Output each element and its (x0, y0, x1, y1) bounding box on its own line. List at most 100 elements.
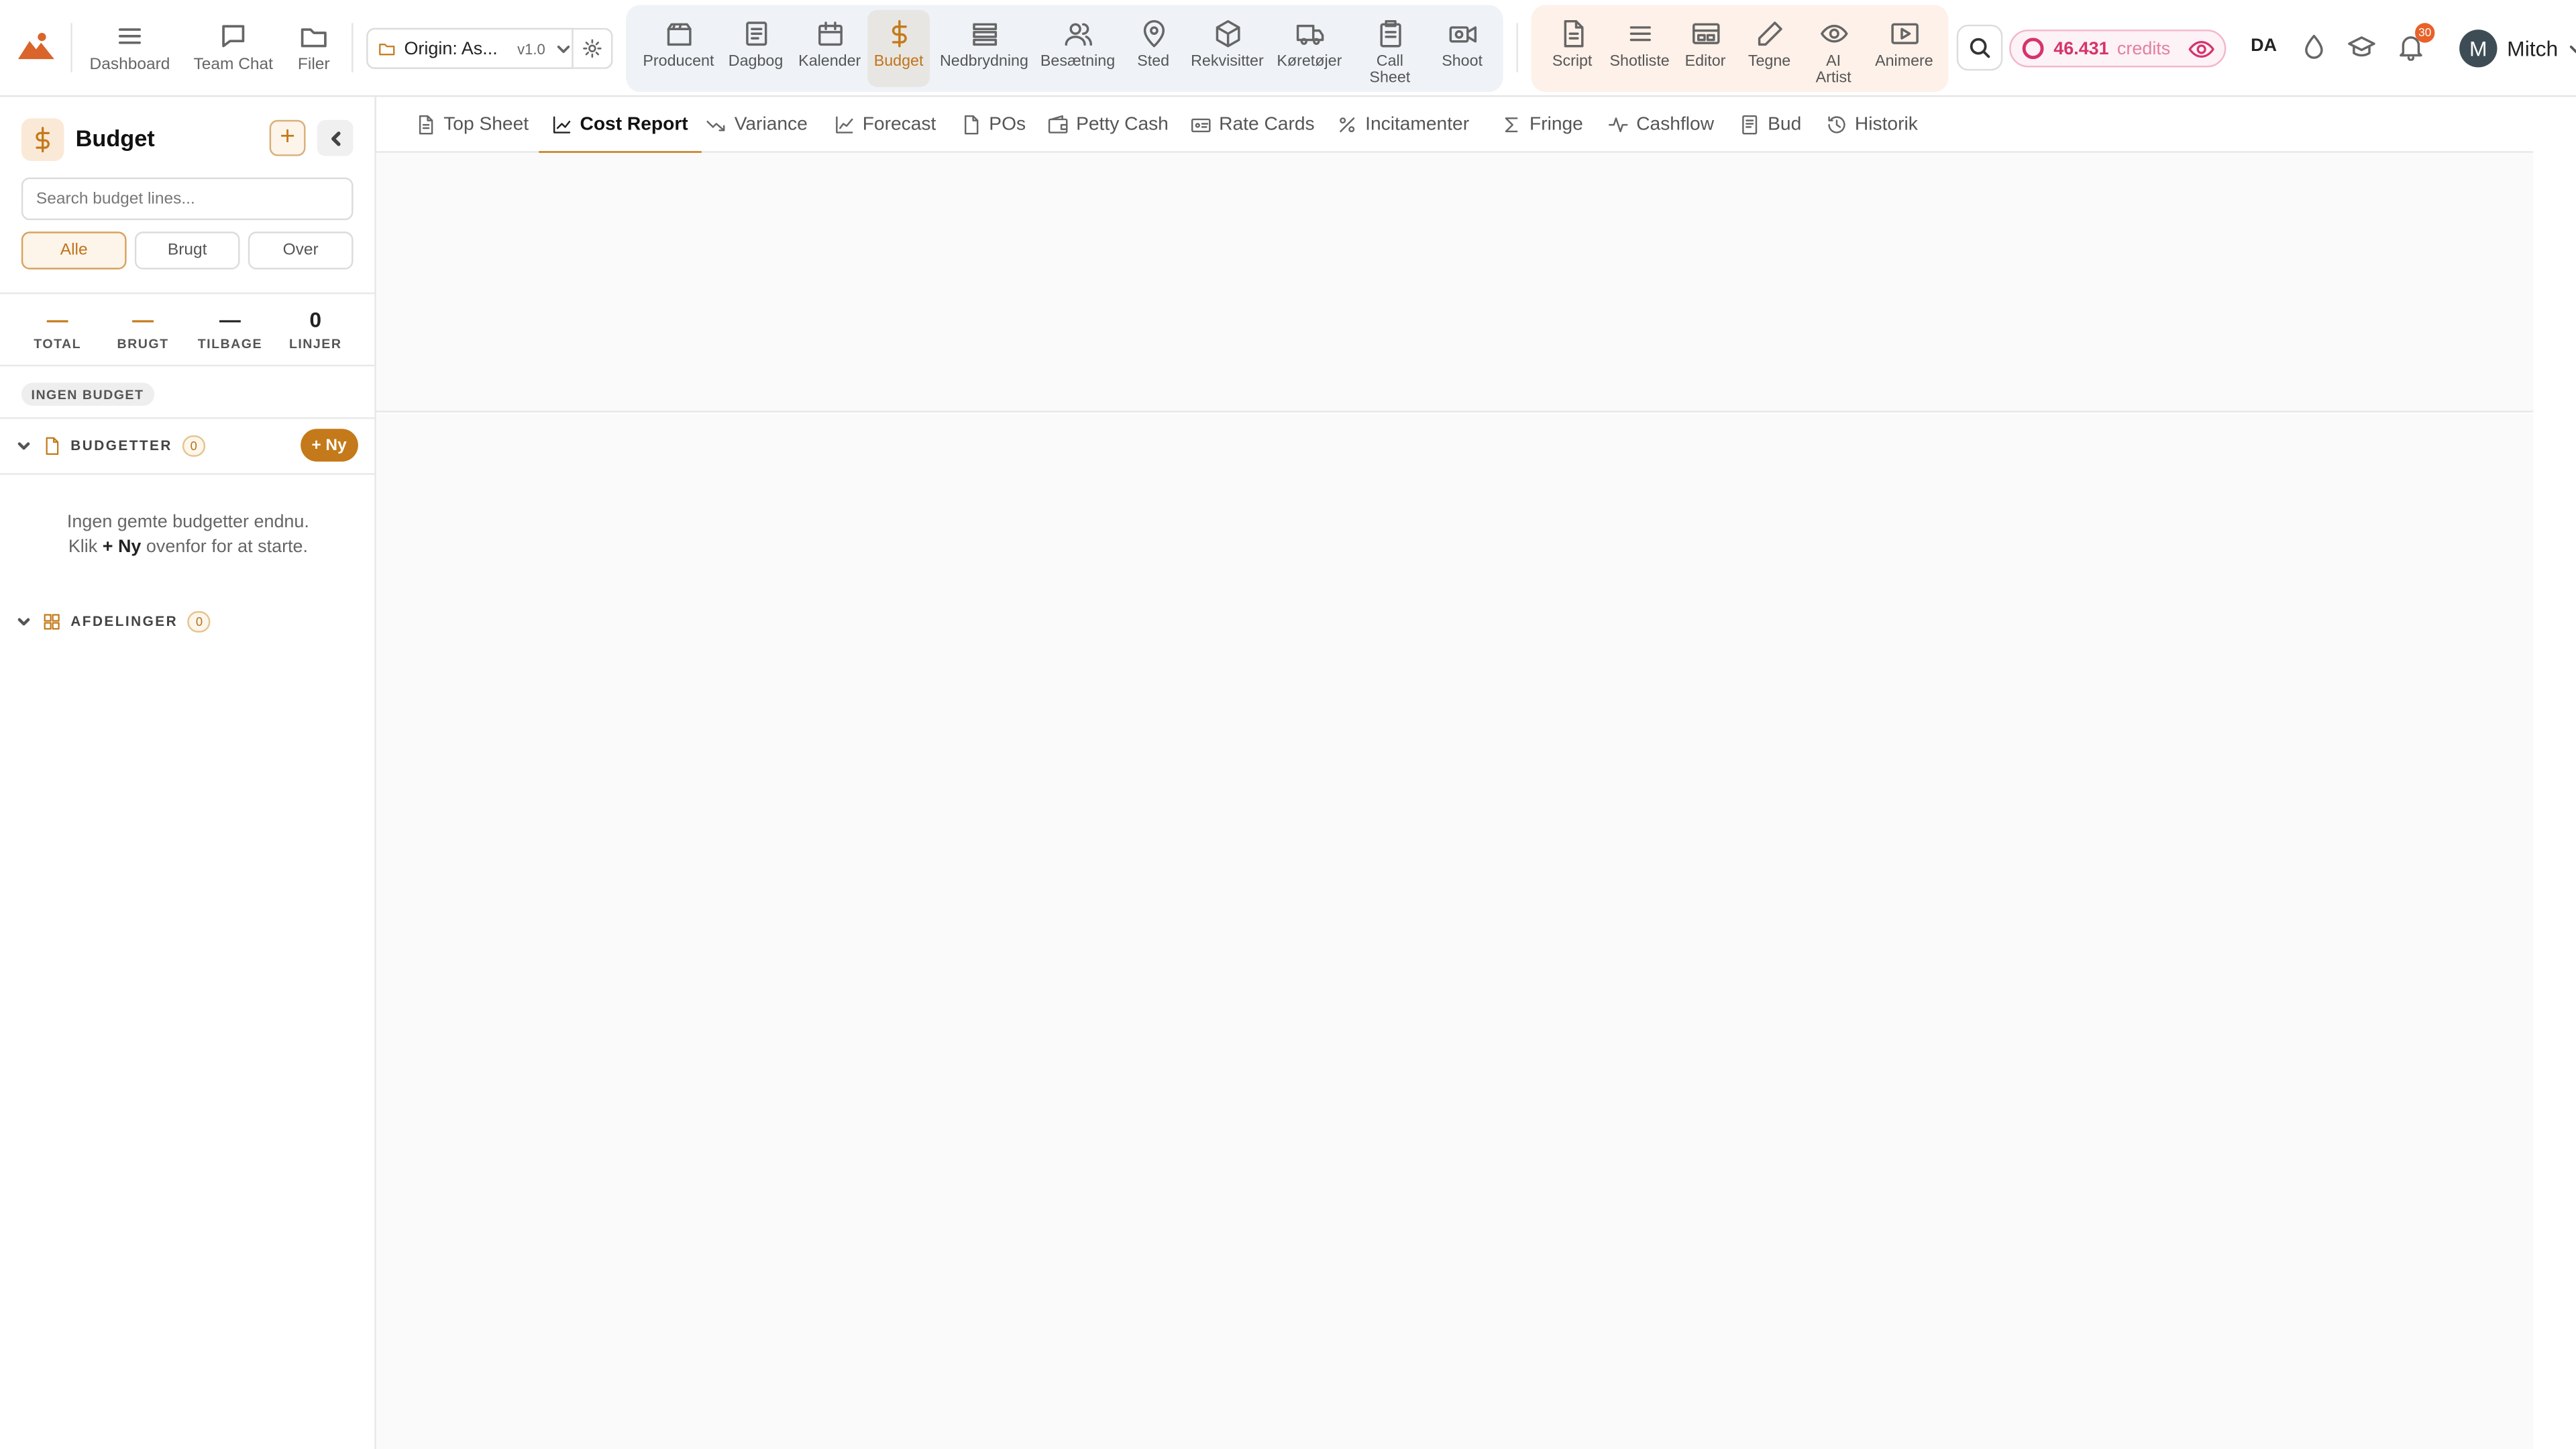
divider (1516, 23, 1518, 72)
add-budget-button[interactable]: + (269, 119, 306, 156)
clipboard-icon (1379, 19, 1401, 48)
divider (0, 292, 376, 294)
credits-value: 46.431 (2053, 38, 2109, 58)
stat-lines-value: 0 (309, 307, 322, 332)
credits-label: credits (2116, 38, 2171, 58)
new-budget-button[interactable]: + Ny (300, 429, 358, 462)
tool-calendar[interactable]: Kalender (794, 10, 866, 87)
nav-team-chat[interactable]: Team Chat (191, 13, 276, 86)
tool-producer[interactable]: Producent (641, 10, 716, 87)
user-menu[interactable]: M Mitch (2459, 30, 2576, 68)
tool-shotlist-label: Shotliste (1609, 52, 1670, 71)
filter-used[interactable]: Brugt (134, 231, 240, 270)
menu-icon (118, 28, 142, 44)
language-switcher[interactable]: DA (2251, 36, 2277, 56)
stat-remaining-value: — (219, 307, 241, 332)
production-tools-group: Producent Dagbog Kalender Budget Nedbryd… (626, 5, 1503, 93)
tab-variance[interactable]: Variance (706, 97, 808, 152)
tab-cashflow[interactable]: Cashflow (1608, 97, 1715, 152)
tab-top-sheet[interactable]: Top Sheet (416, 97, 529, 152)
eye-icon[interactable] (2188, 36, 2214, 62)
map-pin-icon (1142, 20, 1164, 48)
global-search-button[interactable] (1956, 24, 2003, 71)
departments-count: 0 (187, 610, 211, 632)
tab-forecast[interactable]: Forecast (835, 97, 936, 152)
tab-cost-report[interactable]: Cost Report (539, 97, 701, 155)
avatar: M (2459, 30, 2498, 68)
tab-pos[interactable]: POs (961, 97, 1026, 152)
budget-search-input[interactable] (21, 177, 354, 221)
chevron-down-icon[interactable] (16, 614, 31, 629)
tool-location-label: Sted (1137, 52, 1170, 71)
nav-team-chat-label: Team Chat (193, 56, 273, 74)
tab-fringe[interactable]: Fringe (1501, 97, 1583, 152)
chevron-down-icon (2570, 44, 2576, 52)
tool-shoot[interactable]: Shoot (1433, 10, 1492, 87)
calendar-icon (817, 21, 842, 46)
pulse-icon (1608, 117, 1628, 133)
tab-petty-cash[interactable]: Petty Cash (1048, 97, 1169, 152)
graduation-cap-icon[interactable] (2348, 33, 2376, 61)
eye-icon (1819, 24, 1847, 43)
card-icon (1191, 118, 1211, 133)
filter-over[interactable]: Over (248, 231, 354, 270)
tab-petty-cash-label: Petty Cash (1076, 115, 1169, 135)
budgets-section-header[interactable]: BUDGETTER 0 + Ny (16, 429, 358, 462)
project-version: v1.0 (517, 40, 545, 57)
status-badge: INGEN BUDGET (21, 382, 154, 406)
tab-bids[interactable]: Bud (1739, 97, 1801, 152)
project-name: Origin: As... (404, 38, 498, 58)
chevron-down-icon[interactable] (16, 438, 31, 453)
folder-icon (379, 44, 395, 56)
droplet-icon[interactable] (2300, 33, 2328, 61)
empty-line-2-pre: Klik (68, 537, 98, 557)
tool-draw[interactable]: Tegne (1743, 10, 1795, 87)
tool-breakdown[interactable]: Nedbrydning (938, 10, 1030, 87)
tab-incentives[interactable]: Incitamenter (1337, 97, 1469, 152)
box-icon (1215, 19, 1240, 48)
tool-call-sheet[interactable]: Call Sheet (1360, 10, 1419, 87)
filter-all[interactable]: Alle (21, 231, 127, 270)
tool-location[interactable]: Sted (1127, 10, 1179, 87)
credits-pill[interactable]: 46.431 credits (2009, 30, 2226, 68)
nav-files[interactable]: Filer (290, 13, 337, 86)
tool-shotlist[interactable]: Shotliste (1605, 10, 1674, 87)
tool-props-label: Rekvisitter (1191, 52, 1264, 71)
tool-crew[interactable]: Besætning (1040, 10, 1116, 87)
tool-budget[interactable]: Budget (867, 9, 930, 87)
empty-line-2-bold: + Ny (102, 537, 142, 557)
stat-remaining: — TILBAGE (189, 307, 271, 352)
tab-rate-cards[interactable]: Rate Cards (1191, 97, 1315, 152)
divider (0, 473, 376, 475)
tool-script[interactable]: Script (1544, 10, 1600, 87)
departments-section-header[interactable]: AFDELINGER 0 (16, 604, 358, 637)
tool-ai-artist[interactable]: AI Artist (1807, 10, 1860, 87)
collapse-sidebar-button[interactable] (317, 119, 354, 156)
tab-top-sheet-label: Top Sheet (443, 115, 529, 135)
project-settings-button[interactable] (573, 28, 613, 69)
editor-icon (1691, 23, 1719, 44)
project-selector[interactable]: Origin: As... v1.0 (366, 28, 574, 69)
dollar-icon (891, 19, 906, 48)
budget-header-icon (21, 118, 64, 162)
tool-animate[interactable]: Animere (1870, 10, 1939, 87)
app-logo-icon[interactable] (16, 30, 56, 62)
nav-dashboard[interactable]: Dashboard (89, 13, 170, 86)
credits-ring-icon (2022, 38, 2044, 60)
tool-diary[interactable]: Dagbog (723, 10, 789, 87)
budgets-section-label: BUDGETTER (70, 437, 172, 453)
tab-bids-label: Bud (1768, 115, 1802, 135)
creative-tools-group: Script Shotliste Editor Tegne AI Artist … (1531, 5, 1949, 93)
tool-vehicles[interactable]: Køretøjer (1277, 10, 1342, 87)
user-name: Mitch (2507, 36, 2559, 61)
tool-shoot-label: Shoot (1442, 52, 1483, 71)
top-bar: Dashboard Team Chat Filer Origin: As... … (0, 0, 2576, 97)
tool-editor[interactable]: Editor (1679, 10, 1731, 87)
tab-history[interactable]: Historik (1827, 97, 1918, 152)
list-icon (1629, 26, 1650, 42)
tab-variance-label: Variance (734, 115, 808, 135)
tool-props[interactable]: Rekvisitter (1189, 10, 1265, 87)
tab-cashflow-label: Cashflow (1636, 115, 1715, 135)
tool-breakdown-label: Nedbrydning (939, 52, 1028, 71)
chat-icon (222, 25, 245, 48)
